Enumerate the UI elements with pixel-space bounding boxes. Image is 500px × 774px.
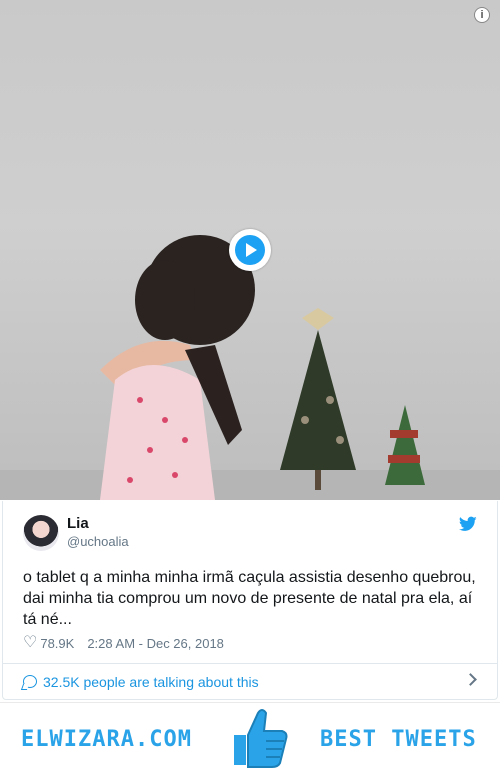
heart-icon[interactable]: ♡ (23, 635, 37, 651)
twitter-bird-icon[interactable] (459, 516, 477, 532)
speech-bubble-icon (23, 675, 37, 688)
chevron-right-icon (464, 673, 477, 686)
avatar[interactable] (23, 515, 59, 551)
info-icon[interactable]: i (474, 7, 490, 23)
video-player[interactable]: i (0, 0, 500, 500)
thumbs-up-icon (234, 709, 288, 768)
tweet-meta: ♡ 78.9K 2:28 AM - Dec 26, 2018 (23, 635, 224, 651)
conversation-label: 32.5K people are talking about this (43, 673, 259, 690)
conversation-link[interactable]: 32.5K people are talking about this (2, 663, 498, 700)
tweet-card: Lia @uchoalia o tablet q a minha minha i… (2, 501, 498, 664)
author-handle[interactable]: @uchoalia (67, 534, 129, 549)
play-circle (235, 235, 265, 265)
play-button-icon[interactable] (229, 229, 271, 271)
site-name[interactable]: ELWIZARA.COM (21, 727, 192, 752)
tweet-timestamp[interactable]: 2:28 AM - Dec 26, 2018 (87, 636, 224, 651)
footer-banner: ELWIZARA.COM BEST TWEETS (0, 702, 500, 774)
tweet-text: o tablet q a minha minha irmã caçula ass… (23, 569, 476, 628)
footer-tagline: BEST TWEETS (320, 727, 477, 752)
like-count[interactable]: 78.9K (40, 636, 74, 651)
author-name[interactable]: Lia (67, 515, 89, 532)
